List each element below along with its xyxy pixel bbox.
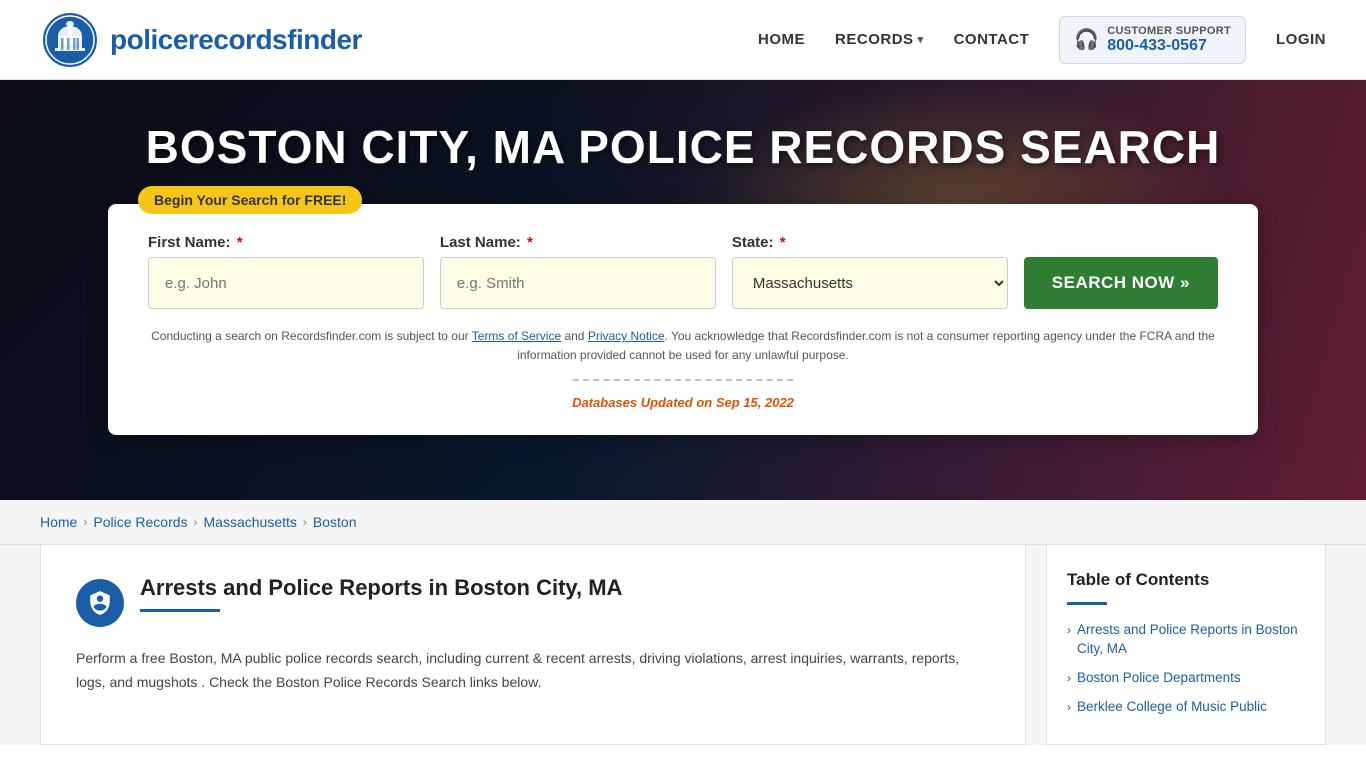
privacy-link[interactable]: Privacy Notice: [588, 329, 665, 343]
toc-chevron-icon-1: ›: [1067, 623, 1071, 637]
article-body: Perform a free Boston, MA public police …: [76, 647, 990, 695]
breadcrumb-current: Boston: [313, 514, 357, 530]
nav-contact[interactable]: CONTACT: [954, 31, 1030, 48]
toc-item-1: › Arrests and Police Reports in Boston C…: [1067, 621, 1305, 659]
breadcrumb: Home › Police Records › Massachusetts › …: [0, 500, 1366, 545]
breadcrumb-separator-3: ›: [303, 515, 307, 529]
first-name-label: First Name: *: [148, 234, 424, 251]
article-title: Arrests and Police Reports in Boston Cit…: [140, 575, 990, 601]
support-text-group: CUSTOMER SUPPORT 800-433-0567: [1107, 25, 1231, 55]
disclaimer-text: Conducting a search on Recordsfinder.com…: [148, 327, 1218, 365]
chevron-down-icon: ▾: [918, 33, 924, 46]
support-number: 800-433-0567: [1107, 37, 1231, 55]
toc-divider: [1067, 602, 1107, 605]
state-label: State: *: [732, 234, 1008, 251]
sidebar-toc: Table of Contents › Arrests and Police R…: [1046, 545, 1326, 745]
breadcrumb-separator-2: ›: [194, 515, 198, 529]
toc-chevron-icon-2: ›: [1067, 671, 1071, 685]
article-header: Arrests and Police Reports in Boston Cit…: [76, 575, 990, 627]
main-article: Arrests and Police Reports in Boston Cit…: [40, 545, 1026, 745]
state-group: State: * Massachusetts Alabama Alaska Ca…: [732, 234, 1008, 309]
toc-link-3[interactable]: Berklee College of Music Public: [1077, 698, 1267, 717]
hero-content: BOSTON CITY, MA POLICE RECORDS SEARCH Be…: [0, 80, 1366, 435]
breadcrumb-massachusetts[interactable]: Massachusetts: [204, 514, 297, 530]
toc-chevron-icon-3: ›: [1067, 700, 1071, 714]
logo-text: policerecordsfinder: [110, 24, 362, 56]
title-underline: [140, 609, 220, 612]
divider: [573, 379, 793, 381]
db-updated: Databases Updated on Sep 15, 2022: [148, 395, 1218, 410]
tos-link[interactable]: Terms of Service: [472, 329, 561, 343]
article-icon: [76, 579, 124, 627]
toc-item-2: › Boston Police Departments: [1067, 669, 1305, 688]
search-card: Begin Your Search for FREE! First Name: …: [108, 204, 1258, 435]
toc-list: › Arrests and Police Reports in Boston C…: [1067, 621, 1305, 717]
state-select[interactable]: Massachusetts Alabama Alaska California …: [732, 257, 1008, 309]
nav-login[interactable]: LOGIN: [1276, 31, 1326, 48]
first-name-group: First Name: *: [148, 234, 424, 309]
hero-title: BOSTON CITY, MA POLICE RECORDS SEARCH: [146, 120, 1221, 174]
required-asterisk: *: [233, 234, 243, 251]
site-header: policerecordsfinder HOME RECORDS ▾ CONTA…: [0, 0, 1366, 80]
hero-section: BOSTON CITY, MA POLICE RECORDS SEARCH Be…: [0, 80, 1366, 500]
customer-support-box[interactable]: 🎧 CUSTOMER SUPPORT 800-433-0567: [1059, 16, 1246, 64]
breadcrumb-home[interactable]: Home: [40, 514, 77, 530]
last-name-input[interactable]: [440, 257, 716, 309]
db-date: Sep 15, 2022: [716, 395, 794, 410]
search-button[interactable]: SEARCH NOW »: [1024, 257, 1218, 309]
headphone-icon: 🎧: [1074, 27, 1099, 52]
badge-icon: [87, 590, 113, 616]
required-asterisk: *: [523, 234, 533, 251]
required-asterisk: *: [776, 234, 786, 251]
logo-link[interactable]: policerecordsfinder: [40, 10, 362, 70]
free-badge: Begin Your Search for FREE!: [138, 186, 362, 214]
last-name-label: Last Name: *: [440, 234, 716, 251]
toc-link-1[interactable]: Arrests and Police Reports in Boston Cit…: [1077, 621, 1305, 659]
nav-records[interactable]: RECORDS ▾: [835, 31, 924, 48]
support-label: CUSTOMER SUPPORT: [1107, 25, 1231, 37]
breadcrumb-separator-1: ›: [83, 515, 87, 529]
last-name-group: Last Name: *: [440, 234, 716, 309]
main-nav: HOME RECORDS ▾ CONTACT 🎧 CUSTOMER SUPPOR…: [758, 16, 1326, 64]
article-title-wrap: Arrests and Police Reports in Boston Cit…: [140, 575, 990, 612]
breadcrumb-police-records[interactable]: Police Records: [93, 514, 187, 530]
nav-home[interactable]: HOME: [758, 31, 805, 48]
search-form: First Name: * Last Name: * State: * Ma: [148, 234, 1218, 309]
logo-icon: [40, 10, 100, 70]
toc-title: Table of Contents: [1067, 570, 1305, 590]
first-name-input[interactable]: [148, 257, 424, 309]
content-area: Arrests and Police Reports in Boston Cit…: [0, 545, 1366, 745]
toc-item-3: › Berklee College of Music Public: [1067, 698, 1305, 717]
toc-link-2[interactable]: Boston Police Departments: [1077, 669, 1241, 688]
